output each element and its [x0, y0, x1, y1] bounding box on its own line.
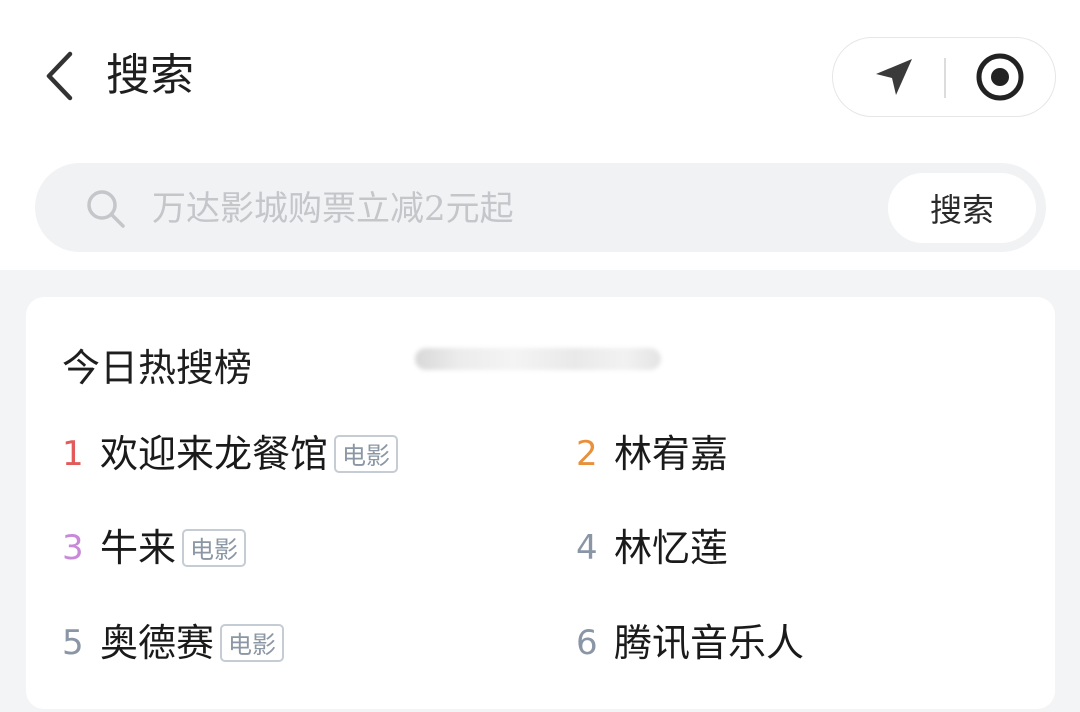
hot-keyword: 奥德赛 [100, 621, 215, 665]
hot-keyword: 牛来 [100, 526, 177, 570]
hot-item-2[interactable]: 2 林宥嘉 [576, 424, 728, 484]
hot-item-5[interactable]: 5 奥德赛 电影 [62, 613, 285, 673]
rank-number: 2 [576, 434, 598, 474]
blurred-placeholder [415, 348, 661, 370]
navigation-arrow-icon [876, 58, 912, 95]
hot-item-4[interactable]: 4 林忆莲 [576, 518, 728, 578]
hot-item-6[interactable]: 6 腾讯音乐人 [576, 613, 804, 673]
hot-search-title: 今日热搜榜 [62, 346, 253, 390]
chevron-left-icon [46, 51, 73, 101]
top-section: 搜索 搜索 [0, 0, 1080, 270]
record-button[interactable] [945, 38, 1055, 115]
mini-program-capsule [832, 37, 1056, 117]
rank-number: 5 [62, 623, 84, 663]
category-tag: 电影 [182, 529, 247, 567]
location-button[interactable] [839, 38, 949, 115]
search-input[interactable] [148, 182, 856, 236]
hot-keyword: 腾讯音乐人 [614, 621, 805, 665]
hot-keyword: 欢迎来龙餐馆 [100, 432, 329, 476]
search-icon [87, 190, 125, 228]
rank-number: 3 [62, 528, 84, 568]
back-button[interactable] [30, 44, 90, 108]
record-circle-icon [976, 53, 1024, 100]
category-tag: 电影 [334, 435, 399, 473]
rank-number: 1 [62, 434, 84, 474]
hot-item-1[interactable]: 1 欢迎来龙餐馆 电影 [62, 424, 399, 484]
rank-number: 6 [576, 623, 598, 663]
hot-keyword: 林忆莲 [614, 526, 729, 570]
search-button[interactable]: 搜索 [888, 173, 1036, 243]
hot-keyword: 林宥嘉 [614, 432, 729, 476]
rank-number: 4 [576, 528, 598, 568]
hot-item-3[interactable]: 3 牛来 电影 [62, 518, 247, 578]
page-title: 搜索 [106, 50, 194, 101]
category-tag: 电影 [220, 624, 285, 662]
